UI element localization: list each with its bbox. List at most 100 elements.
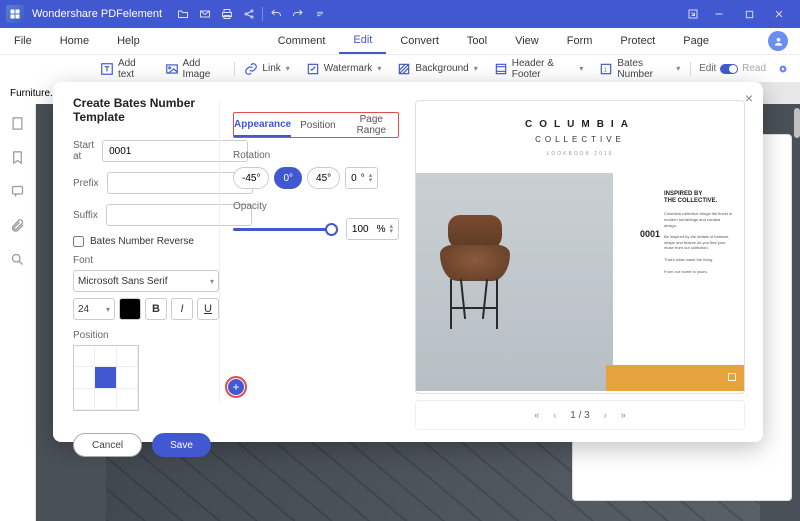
- thumbnails-icon[interactable]: [10, 116, 26, 132]
- folder-icon[interactable]: [172, 4, 194, 24]
- undo-icon[interactable]: [265, 4, 287, 24]
- titlebar-dropdown-icon[interactable]: [309, 4, 331, 24]
- pos-mid-right[interactable]: [117, 367, 138, 388]
- tool-header-footer[interactable]: Header & Footer▾: [488, 58, 590, 80]
- position-label: Position: [73, 330, 219, 341]
- pos-bot-left[interactable]: [74, 389, 95, 410]
- menu-help[interactable]: Help: [103, 35, 154, 47]
- font-color-button[interactable]: [119, 298, 141, 320]
- menu-convert[interactable]: Convert: [386, 35, 453, 47]
- edit-toggle[interactable]: [720, 64, 738, 74]
- italic-button[interactable]: I: [171, 298, 193, 320]
- tool-link[interactable]: Link▾: [238, 62, 295, 76]
- pager-prev-icon[interactable]: ‹: [553, 410, 556, 420]
- save-button[interactable]: Save: [152, 433, 211, 457]
- svg-text:1: 1: [604, 67, 607, 73]
- close-icon[interactable]: [764, 4, 794, 24]
- bates-icon: 1: [599, 62, 613, 76]
- preview-orange-bar: [606, 365, 744, 391]
- pager-next-icon[interactable]: ›: [604, 410, 607, 420]
- rotation-45[interactable]: 45°: [307, 167, 340, 189]
- popout-icon[interactable]: [682, 4, 704, 24]
- menu-tool[interactable]: Tool: [453, 35, 501, 47]
- link-icon: [244, 62, 258, 76]
- app-name: Wondershare PDFelement: [32, 8, 162, 20]
- rotation-neg45[interactable]: -45°: [233, 167, 269, 189]
- suffix-input[interactable]: [106, 204, 252, 226]
- tab-position[interactable]: Position: [291, 120, 344, 131]
- pos-bot-right[interactable]: [117, 389, 138, 410]
- print-icon[interactable]: [216, 4, 238, 24]
- opacity-slider[interactable]: [233, 228, 338, 231]
- menu-view[interactable]: View: [501, 35, 553, 47]
- menu-form[interactable]: Form: [553, 35, 607, 47]
- scrollbar[interactable]: [794, 108, 800, 138]
- dialog-form: Create Bates Number Template Start at Pr…: [53, 82, 231, 442]
- sidepanel: [0, 104, 36, 521]
- slider-thumb[interactable]: [325, 223, 338, 236]
- comments-icon[interactable]: [10, 184, 26, 200]
- preview-photo: [416, 173, 613, 391]
- watermark-icon: [306, 62, 320, 76]
- titlebar-separator: [262, 7, 263, 21]
- preview-brand3: LOOKBOOK 2019: [416, 151, 744, 157]
- pager-last-icon[interactable]: »: [621, 410, 626, 420]
- add-template-button[interactable]: +: [225, 376, 247, 398]
- background-icon: [397, 62, 411, 76]
- pos-top-center[interactable]: [95, 346, 116, 367]
- maximize-icon[interactable]: [734, 4, 764, 24]
- reverse-label: Bates Number Reverse: [90, 236, 194, 247]
- tool-background[interactable]: Background▾: [391, 62, 483, 76]
- dialog-appearance-panel: Appearance Position Page Range Rotation …: [231, 82, 411, 442]
- position-grid: [73, 345, 139, 411]
- tool-bates-number[interactable]: 1Bates Number▾: [593, 58, 686, 80]
- mail-icon[interactable]: [194, 4, 216, 24]
- redo-icon[interactable]: [287, 4, 309, 24]
- rotation-0[interactable]: 0°: [274, 167, 302, 189]
- font-select[interactable]: Microsoft Sans Serif▾: [73, 270, 219, 292]
- preview-text-column: INSPIRED BY THE COLLECTIVE. Columbia col…: [664, 191, 734, 274]
- menu-comment[interactable]: Comment: [264, 35, 340, 47]
- app-logo: [6, 5, 24, 23]
- pos-top-left[interactable]: [74, 346, 95, 367]
- bookmark-icon[interactable]: [10, 150, 26, 166]
- pos-bot-center[interactable]: [95, 389, 116, 410]
- dialog-preview-panel: COLUMBIA COLLECTIVE LOOKBOOK 2019 0001 I…: [411, 82, 763, 442]
- tool-add-text[interactable]: Add text: [94, 58, 155, 80]
- menu-file[interactable]: File: [0, 35, 46, 47]
- dialog-title: Create Bates Number Template: [73, 96, 219, 124]
- bold-button[interactable]: B: [145, 298, 167, 320]
- pos-mid-left[interactable]: [74, 367, 95, 388]
- menu-edit[interactable]: Edit: [339, 28, 386, 54]
- avatar[interactable]: [768, 31, 788, 51]
- preview-headline2: THE COLLECTIVE.: [664, 198, 734, 205]
- cancel-button[interactable]: Cancel: [73, 433, 142, 457]
- rotation-custom-input[interactable]: 0°▴▾: [345, 167, 378, 189]
- image-icon: [165, 62, 179, 76]
- preview-bates-number: 0001: [640, 229, 660, 239]
- tab-appearance[interactable]: Appearance: [234, 113, 291, 137]
- font-size-select[interactable]: 24▾: [73, 298, 115, 320]
- tool-add-image[interactable]: Add Image: [159, 58, 230, 80]
- search-icon[interactable]: [10, 252, 26, 268]
- underline-button[interactable]: U: [197, 298, 219, 320]
- menu-page[interactable]: Page: [669, 35, 723, 47]
- pager-first-icon[interactable]: «: [534, 410, 539, 420]
- start-at-input[interactable]: [102, 140, 248, 162]
- tool-watermark[interactable]: Watermark▾: [300, 62, 388, 76]
- menu-protect[interactable]: Protect: [606, 35, 669, 47]
- minimize-icon[interactable]: [704, 4, 734, 24]
- menubar: File Home Help Comment Edit Convert Tool…: [0, 28, 800, 54]
- reverse-checkbox[interactable]: [73, 236, 84, 247]
- share-icon[interactable]: [238, 4, 260, 24]
- start-at-label: Start at: [73, 140, 94, 162]
- edit-toolbar: Add text Add Image Link▾ Watermark▾ Back…: [0, 54, 800, 82]
- pos-mid-center[interactable]: [95, 367, 116, 388]
- pos-top-right[interactable]: [117, 346, 138, 367]
- opacity-input[interactable]: 100%▴▾: [346, 218, 399, 240]
- dialog-close-icon[interactable]: ×: [745, 90, 753, 106]
- attachment-icon[interactable]: [10, 218, 26, 234]
- gear-icon[interactable]: [776, 62, 790, 76]
- menu-home[interactable]: Home: [46, 35, 103, 47]
- tab-page-range[interactable]: Page Range: [345, 114, 398, 136]
